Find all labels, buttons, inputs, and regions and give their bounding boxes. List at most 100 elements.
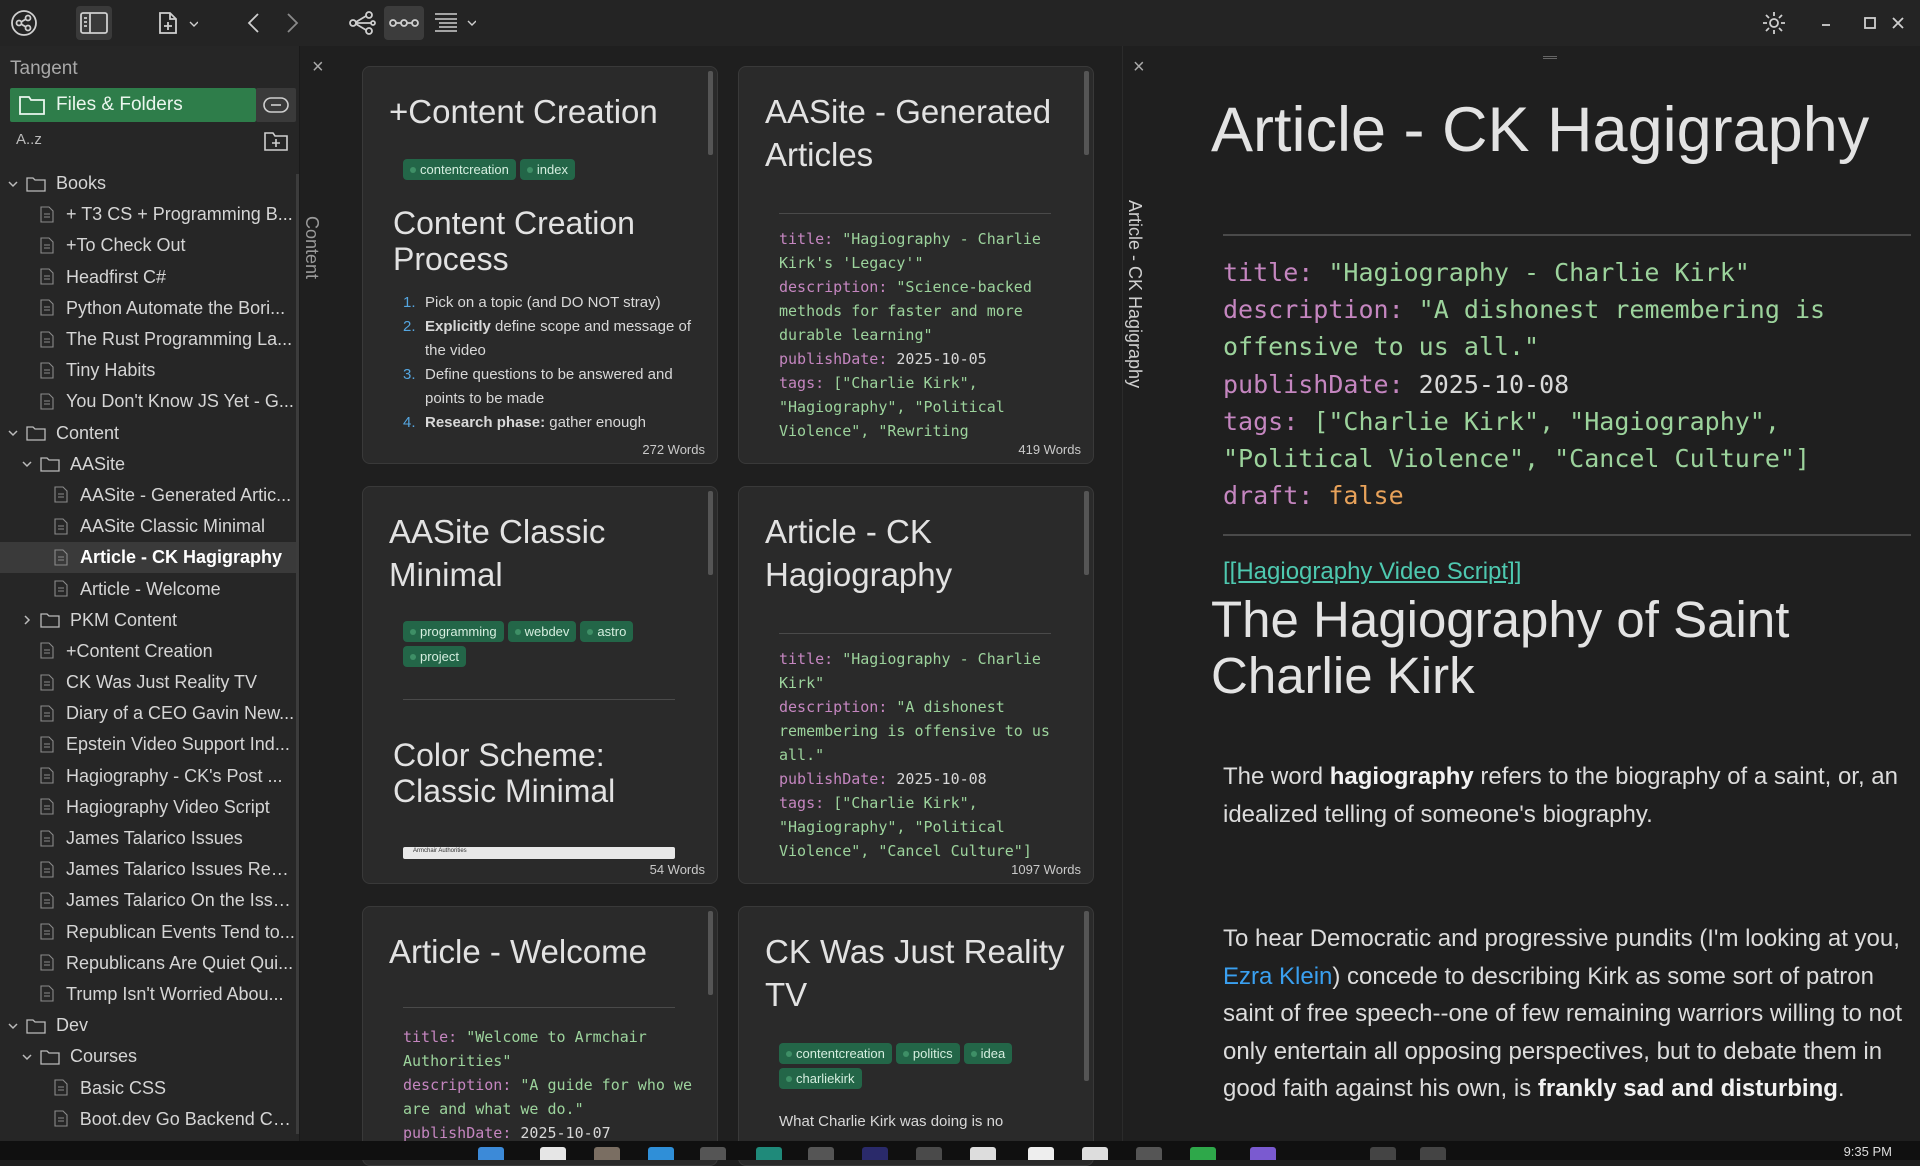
wikilink[interactable]: [[Hagiography Video Script]] (1223, 558, 1521, 586)
link-graph-icon[interactable] (344, 6, 380, 40)
note-card[interactable]: CK Was Just Reality TV contentcreation p… (738, 906, 1094, 1166)
card-scrollbar[interactable] (1084, 491, 1089, 575)
card-scrollbar[interactable] (1084, 71, 1089, 155)
tree-file[interactable]: James Talarico On the Issu... (0, 885, 296, 916)
tree-folder[interactable]: Books (0, 168, 296, 199)
taskbar-app-icon[interactable] (1136, 1147, 1162, 1160)
tree-file[interactable]: Boot.dev Go Backend Co... (0, 1104, 296, 1135)
taskbar-app-icon[interactable] (756, 1147, 782, 1160)
chevron-down-icon[interactable] (20, 457, 34, 471)
tree-file[interactable]: CK Was Just Reality TV (0, 667, 296, 698)
card-scrollbar[interactable] (708, 911, 713, 995)
tree-file[interactable]: The Rust Programming La... (0, 324, 296, 355)
taskbar-app-icon[interactable] (1420, 1147, 1446, 1160)
tree-file[interactable]: Trump Isn't Worried Abou... (0, 979, 296, 1010)
back-icon[interactable] (236, 6, 272, 40)
tree-file[interactable]: Article - Welcome (0, 573, 296, 604)
external-link[interactable]: Ezra Klein (1223, 963, 1332, 990)
tag[interactable]: idea (963, 1043, 1013, 1064)
note-card[interactable]: AASite - Generated Articles title: "Hagi… (738, 66, 1094, 464)
paragraph[interactable]: The word hagiography refers to the biogr… (1223, 758, 1903, 833)
tag[interactable]: politics (895, 1043, 960, 1064)
taskbar-app-icon[interactable] (1250, 1147, 1276, 1160)
tag[interactable]: contentcreation (403, 159, 516, 180)
chevron-down-icon[interactable] (6, 1019, 20, 1033)
taskbar-app-icon[interactable] (1082, 1147, 1108, 1160)
tree-file[interactable]: Epstein Video Support Ind... (0, 729, 296, 760)
tree-file[interactable]: Hagiography - CK's Post ... (0, 761, 296, 792)
tree-folder[interactable]: PKM Content (0, 605, 296, 636)
article-heading[interactable]: The Hagiography of Saint Charlie Kirk (1211, 592, 1891, 704)
start-icon[interactable] (478, 1147, 504, 1160)
tree-folder[interactable]: Courses (0, 1041, 296, 1072)
settings-icon[interactable] (1756, 6, 1792, 40)
close-panel-button[interactable]: × (312, 56, 324, 79)
tag[interactable]: project (403, 646, 467, 667)
tree-file[interactable]: Article - CK Hagigraphy (0, 542, 296, 574)
tree-file[interactable]: Tiny Habits (0, 355, 296, 386)
tree-file[interactable]: Python Automate the Bori... (0, 293, 296, 324)
taskbar-app-icon[interactable] (862, 1147, 888, 1160)
tree-file[interactable]: AASite Classic Minimal (0, 511, 296, 542)
tree-file[interactable]: James Talarico Issues (0, 823, 296, 854)
tree-file[interactable]: Headfirst C# (0, 262, 296, 293)
tree-file[interactable]: + T3 CS + Programming B... (0, 199, 296, 230)
new-note-icon[interactable] (150, 6, 202, 40)
tree-file[interactable]: James Talarico Issues Rewr... (0, 854, 296, 885)
chevron-down-icon[interactable] (6, 426, 20, 440)
note-card[interactable]: +Content Creation contentcreation index … (362, 66, 718, 464)
taskbar-app-icon[interactable] (970, 1147, 996, 1160)
dots-view-icon[interactable] (384, 6, 424, 40)
chevron-right-icon[interactable] (20, 613, 34, 627)
note-card[interactable]: Article - Welcome title: "Welcome to Arm… (362, 906, 718, 1166)
taskbar-app-icon[interactable] (916, 1147, 942, 1160)
tag[interactable]: charliekirk (779, 1068, 862, 1089)
tag[interactable]: astro (580, 621, 634, 642)
note-card[interactable]: Article - CK Hagiography title: "Hagiogr… (738, 486, 1094, 884)
frontmatter-block[interactable]: title: "Hagiography - Charlie Kirk" desc… (1223, 254, 1913, 514)
files-folders-tab[interactable]: Files & Folders (10, 88, 256, 122)
taskbar-app-icon[interactable] (1370, 1147, 1396, 1160)
tree-file[interactable]: +Content Creation (0, 636, 296, 667)
tree-file[interactable]: You Don't Know JS Yet - G... (0, 386, 296, 417)
tree-file[interactable]: Diary of a CEO Gavin New... (0, 698, 296, 729)
drag-handle-icon[interactable] (1543, 56, 1557, 59)
sidebar-mode-toggle[interactable] (256, 88, 296, 122)
tree-folder[interactable]: Dev (0, 1010, 296, 1041)
new-folder-icon[interactable] (262, 128, 290, 154)
close-reader-button[interactable]: × (1133, 56, 1145, 79)
taskbar-app-icon[interactable] (594, 1147, 620, 1160)
tree-file[interactable]: +To Check Out (0, 230, 296, 261)
card-scrollbar[interactable] (708, 491, 713, 575)
taskbar-app-icon[interactable] (1190, 1147, 1216, 1160)
tag[interactable]: index (519, 159, 575, 180)
tag[interactable]: webdev (507, 621, 577, 642)
tree-file[interactable]: AASite - Generated Artic... (0, 480, 296, 511)
tag[interactable]: programming (403, 621, 504, 642)
chevron-down-icon[interactable] (20, 1050, 34, 1064)
note-title[interactable]: Article - CK Hagigraphy (1211, 94, 1869, 166)
sidebar-scrollbar[interactable] (296, 174, 299, 1134)
forward-icon[interactable] (274, 6, 310, 40)
taskbar-app-icon[interactable] (808, 1147, 834, 1160)
tag[interactable]: contentcreation (779, 1043, 892, 1064)
close-window-icon[interactable] (1880, 6, 1916, 40)
system-clock[interactable]: 9:35 PM (1844, 1144, 1892, 1159)
taskbar-app-icon[interactable] (540, 1147, 566, 1160)
tree-folder[interactable]: AASite (0, 449, 296, 480)
paragraph[interactable]: To hear Democratic and progressive pundi… (1223, 920, 1903, 1108)
tree-file[interactable]: Republican Events Tend to... (0, 917, 296, 948)
minimize-icon[interactable] (1808, 6, 1844, 40)
taskbar-app-icon[interactable] (700, 1147, 726, 1160)
graph-icon[interactable] (6, 6, 42, 40)
tree-file[interactable]: Basic CSS (0, 1072, 296, 1103)
chevron-down-icon[interactable] (6, 177, 20, 191)
sidebar-toggle-icon[interactable] (76, 6, 112, 40)
card-scrollbar[interactable] (708, 71, 713, 155)
sort-order-button[interactable]: A..z (16, 131, 42, 148)
card-scrollbar[interactable] (1084, 911, 1089, 1081)
tree-file[interactable]: Hagiography Video Script (0, 792, 296, 823)
list-view-icon[interactable] (428, 6, 480, 40)
note-card[interactable]: AASite Classic Minimal programming webde… (362, 486, 718, 884)
taskbar-app-icon[interactable] (1028, 1147, 1054, 1160)
